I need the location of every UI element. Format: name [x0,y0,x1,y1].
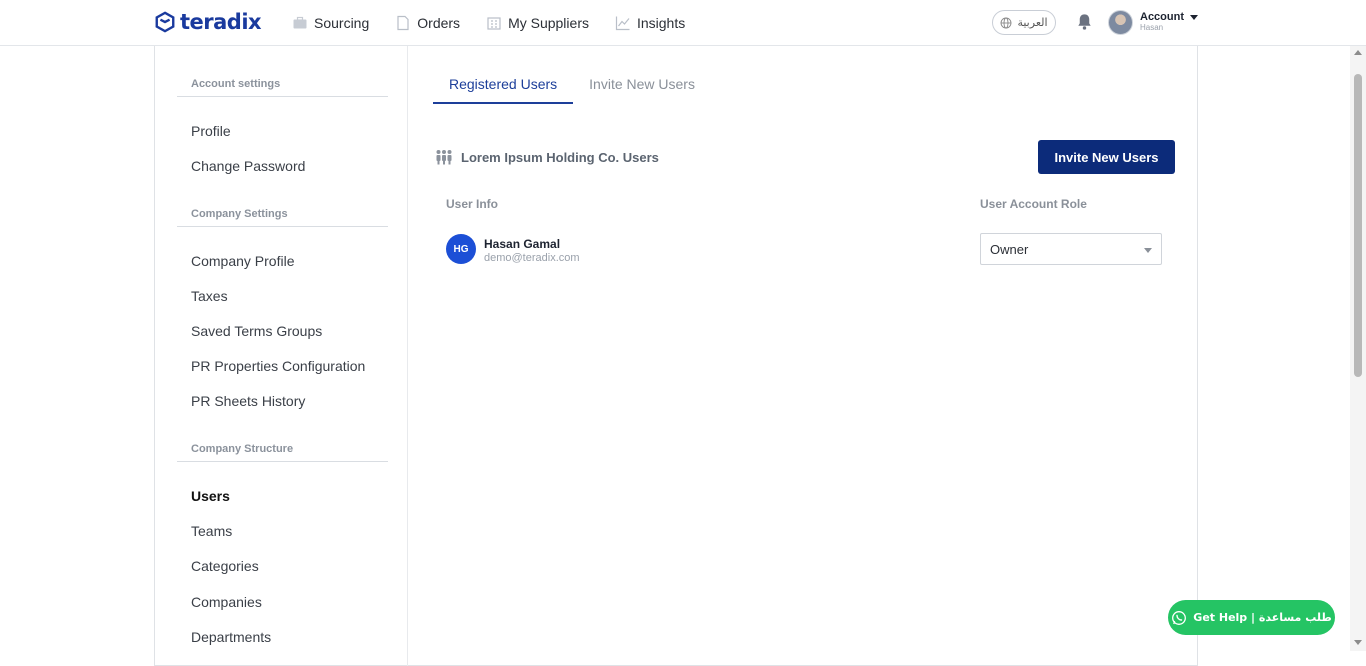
sidebar-item-change-password[interactable]: Change Password [191,158,305,174]
logo-mark-icon [155,11,175,33]
nav-my-suppliers-label: My Suppliers [508,15,589,31]
chevron-down-icon [1190,14,1198,20]
account-label: Account [1140,11,1184,23]
company-users-heading: Lorem Ipsum Holding Co. Users [435,149,659,165]
language-switch-button[interactable]: العربية [992,10,1056,35]
settings-panel: Account settings Profile Change Password… [154,46,1198,666]
sidebar-item-companies[interactable]: Companies [191,594,262,610]
nav-insights-label: Insights [636,15,686,31]
globe-icon [1001,17,1012,28]
whatsapp-icon [1172,610,1187,625]
section-company-settings: Company Settings [177,208,388,227]
column-header-user-info: User Info [446,197,499,211]
sidebar-item-pr-sheets-history[interactable]: PR Sheets History [191,393,305,409]
user-role-select[interactable]: Owner [980,233,1162,265]
settings-sidebar: Account settings Profile Change Password… [155,46,408,666]
users-tabs: Registered Users Invite New Users [433,76,711,104]
account-title: Account [1140,11,1198,23]
scrollbar-thumb[interactable] [1354,74,1362,377]
tab-registered-users[interactable]: Registered Users [433,76,574,104]
main-nav: Sourcing Orders My Suppliers Insights [292,0,711,46]
sidebar-item-company-profile[interactable]: Company Profile [191,253,295,269]
nav-orders-label: Orders [417,15,461,31]
sidebar-item-departments[interactable]: Departments [191,629,271,645]
page-scrollbar[interactable] [1350,46,1366,651]
brand-name: teradix [180,10,262,34]
sidebar-item-taxes[interactable]: Taxes [191,288,228,304]
nav-sourcing-label: Sourcing [314,15,370,31]
sidebar-item-categories[interactable]: Categories [191,558,259,574]
sidebar-item-teams[interactable]: Teams [191,523,232,539]
user-avatar: HG [446,234,476,264]
nav-my-suppliers[interactable]: My Suppliers [486,15,589,31]
invite-new-users-button[interactable]: Invite New Users [1038,140,1175,174]
user-role-value: Owner [990,241,1029,257]
user-name: Hasan Gamal [484,237,561,251]
sidebar-item-pr-properties-configuration[interactable]: PR Properties Configuration [191,358,365,374]
top-navigation-bar: teradix Sourcing Orders My Suppliers Ins… [0,0,1366,46]
scroll-up-icon[interactable] [1354,50,1362,55]
users-group-icon [436,150,452,165]
section-account-settings: Account settings [177,78,388,97]
sidebar-item-saved-terms-groups[interactable]: Saved Terms Groups [191,323,322,339]
tab-invite-new-users[interactable]: Invite New Users [573,76,711,104]
chart-line-icon [615,16,630,31]
account-username: Hasan [1140,23,1164,32]
scroll-down-icon[interactable] [1354,640,1362,645]
document-icon [397,15,409,31]
company-title: Lorem Ipsum Holding Co. Users [461,149,659,165]
get-help-button[interactable]: Get Help | طلب مساعدة [1168,600,1335,635]
sidebar-item-users[interactable]: Users [191,488,230,504]
nav-sourcing[interactable]: Sourcing [292,15,369,31]
building-icon [487,17,501,30]
nav-insights[interactable]: Insights [615,15,685,31]
section-company-structure: Company Structure [177,443,388,462]
column-header-role: User Account Role [980,197,1087,211]
account-menu[interactable]: Account Hasan [1140,11,1198,32]
bell-icon[interactable] [1075,12,1094,31]
briefcase-icon [293,16,307,29]
nav-orders[interactable]: Orders [395,15,460,31]
teradix-logo[interactable]: teradix [154,10,262,34]
chevron-down-icon [1144,248,1152,253]
account-avatar[interactable] [1108,10,1133,35]
sidebar-item-profile[interactable]: Profile [191,123,231,139]
user-email: demo@teradix.com [484,252,580,264]
get-help-label: Get Help | طلب مساعدة [1193,611,1332,624]
language-label: العربية [1017,16,1048,29]
